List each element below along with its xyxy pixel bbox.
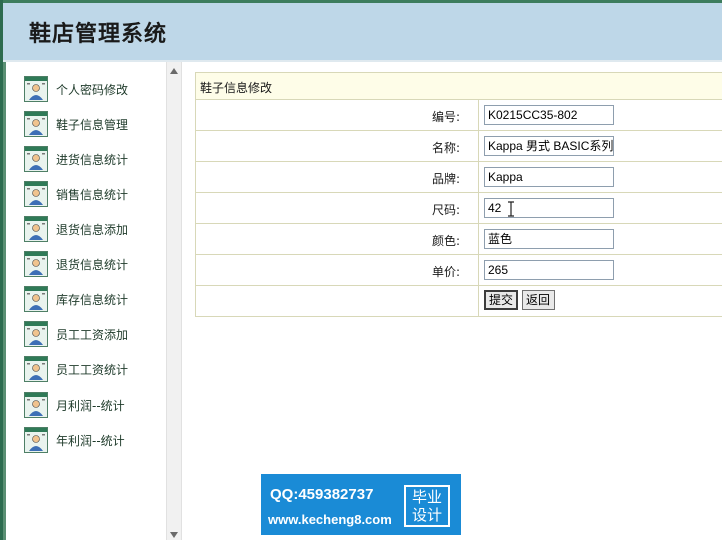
color-input[interactable]: 蓝色 (484, 229, 614, 249)
code-label: 编号: (431, 110, 460, 124)
app-title: 鞋店管理系统 (29, 22, 168, 47)
sidebar-item-salary-stats[interactable]: 员工工资统计 (24, 354, 128, 384)
sidebar-item-monthly-profit[interactable]: 月利润--统计 (24, 390, 125, 420)
submit-button[interactable]: 提交 (484, 290, 518, 310)
form-row-brand: 品牌: Kappa (195, 162, 722, 193)
i-beam-cursor-icon (508, 201, 514, 217)
sidebar-item-shoe-info[interactable]: 鞋子信息管理 (24, 109, 128, 139)
user-card-icon (24, 216, 48, 242)
price-input[interactable]: 265 (484, 260, 614, 280)
sidebar-item-return-add[interactable]: 退货信息添加 (24, 214, 128, 244)
watermark-badge: 毕业 设计 (404, 485, 450, 527)
triangle-up-icon[interactable] (170, 68, 178, 74)
color-label: 颜色: (431, 234, 460, 248)
sidebar-item-label: 进货信息统计 (56, 152, 129, 167)
user-card-icon (24, 251, 48, 277)
sidebar-item-label: 销售信息统计 (56, 187, 129, 202)
watermark-site: www.kecheng8.com (268, 512, 392, 527)
brand-input[interactable]: Kappa (484, 167, 614, 187)
sidebar-item-label: 库存信息统计 (56, 292, 129, 307)
size-input[interactable]: 42 (484, 198, 614, 218)
code-input[interactable]: K0215CC35-802 (484, 105, 614, 125)
label-cell: 名称: (196, 131, 479, 161)
form-header: 鞋子信息修改 (195, 72, 722, 100)
user-card-icon (24, 321, 48, 347)
watermark-qq: QQ:459382737 (270, 486, 374, 503)
form-row-code: 编号: K0215CC35-802 (195, 100, 722, 131)
sidebar-item-label: 员工工资统计 (56, 362, 129, 377)
sidebar-nav: 个人密码修改 鞋子信息管理 进货信息统计 销售信息统计 退货信息添加 退货信息统… (3, 62, 165, 540)
sidebar-item-label: 员工工资添加 (56, 327, 129, 342)
user-card-icon (24, 76, 48, 102)
user-card-icon (24, 286, 48, 312)
sidebar-item-purchase-stats[interactable]: 进货信息统计 (24, 144, 128, 174)
user-card-icon (24, 111, 48, 137)
app-header: 鞋店管理系统 (3, 3, 722, 61)
form-row-color: 颜色: 蓝色 (195, 224, 722, 255)
form-row-price: 单价: 265 (195, 255, 722, 286)
sidebar-item-label: 鞋子信息管理 (56, 117, 129, 132)
form-row-name: 名称: Kappa 男式 BASIC系列 (195, 131, 722, 162)
user-card-icon (24, 392, 48, 418)
sidebar-item-salary-add[interactable]: 员工工资添加 (24, 319, 128, 349)
watermark-banner: QQ:459382737 www.kecheng8.com 毕业 设计 (261, 474, 461, 535)
sidebar-item-label: 月利润--统计 (56, 398, 125, 413)
label-cell (196, 286, 479, 316)
size-label: 尺码: (431, 203, 460, 217)
form-row-actions: 提交 返回 (195, 286, 722, 317)
watermark-badge-line2: 设计 (411, 506, 442, 524)
watermark-badge-line1: 毕业 (411, 488, 442, 506)
sidebar-scrollbar[interactable] (166, 62, 182, 540)
sidebar-item-return-stats[interactable]: 退货信息统计 (24, 249, 128, 279)
sidebar-item-label: 年利润--统计 (56, 433, 125, 448)
sidebar-item-label: 退货信息统计 (56, 257, 129, 272)
sidebar-item-sales-stats[interactable]: 销售信息统计 (24, 179, 128, 209)
sidebar-item-label: 个人密码修改 (56, 82, 129, 97)
name-label: 名称: (431, 141, 460, 155)
user-card-icon (24, 181, 48, 207)
label-cell: 单价: (196, 255, 479, 285)
user-card-icon (24, 427, 48, 453)
label-cell: 尺码: (196, 193, 479, 223)
price-label: 单价: (431, 265, 460, 279)
label-cell: 品牌: (196, 162, 479, 192)
form-title: 鞋子信息修改 (200, 81, 273, 95)
form-row-size: 尺码: 42 (195, 193, 722, 224)
triangle-down-icon[interactable] (170, 532, 178, 538)
sidebar-item-label: 退货信息添加 (56, 222, 129, 237)
user-card-icon (24, 356, 48, 382)
sidebar-item-stock-stats[interactable]: 库存信息统计 (24, 284, 128, 314)
label-cell: 编号: (196, 100, 479, 130)
sidebar-item-yearly-profit[interactable]: 年利润--统计 (24, 425, 125, 455)
back-button[interactable]: 返回 (522, 290, 555, 310)
name-input[interactable]: Kappa 男式 BASIC系列 (484, 136, 614, 156)
user-card-icon (24, 146, 48, 172)
sidebar-item-password[interactable]: 个人密码修改 (24, 74, 128, 104)
brand-label: 品牌: (431, 172, 460, 186)
label-cell: 颜色: (196, 224, 479, 254)
